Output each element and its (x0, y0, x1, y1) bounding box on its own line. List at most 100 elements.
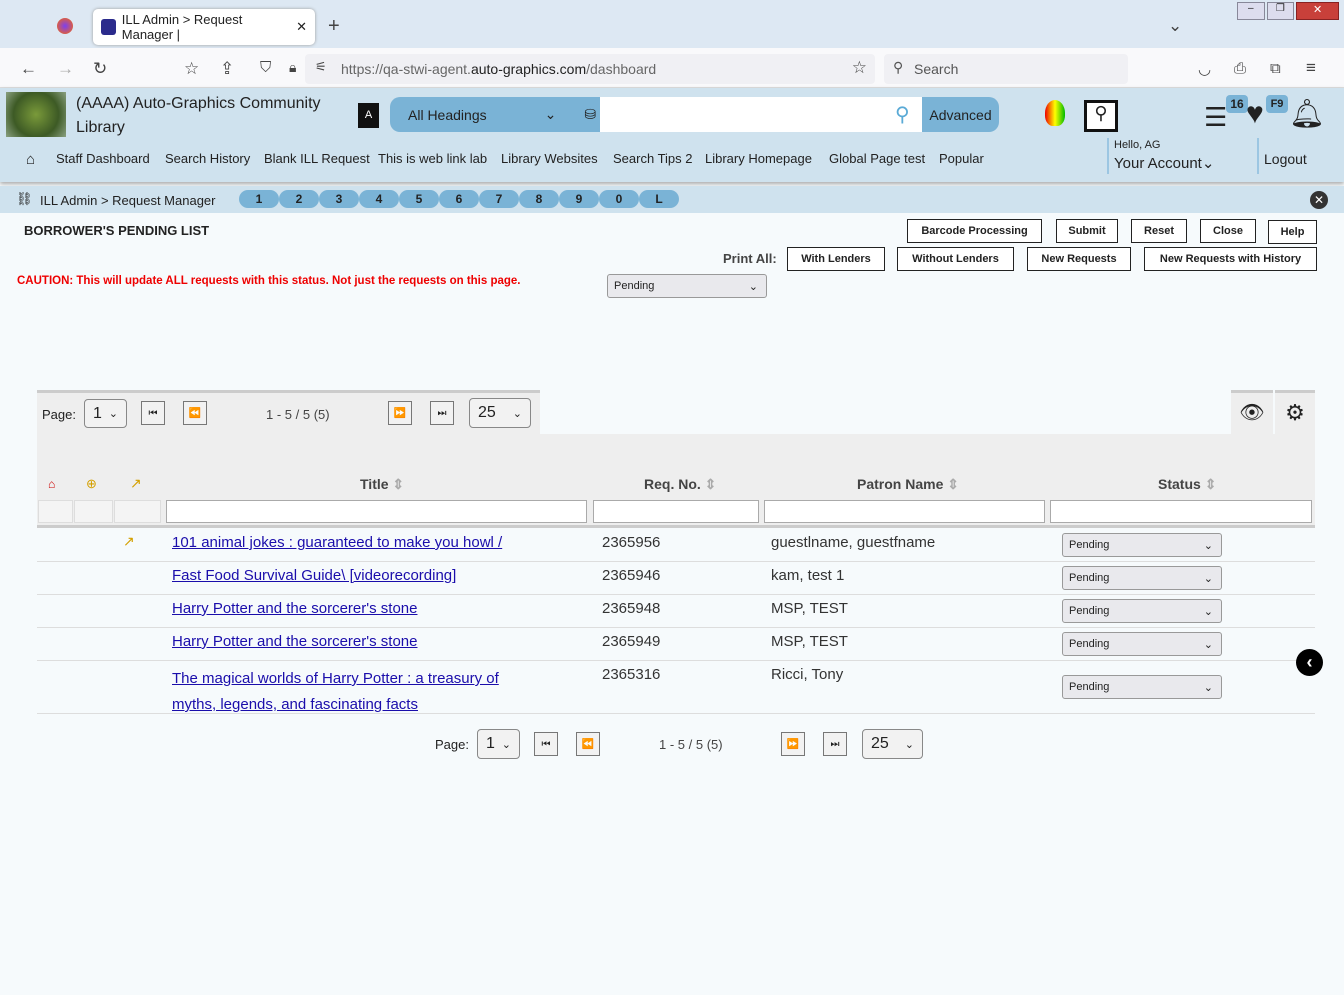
balloon-icon[interactable] (1045, 100, 1065, 126)
pill-8[interactable]: 8 (519, 190, 559, 208)
submit-button[interactable]: Submit (1056, 219, 1118, 243)
prev-page-button[interactable]: ⏪ (576, 732, 600, 756)
browser-tab[interactable]: ILL Admin > Request Manager | ✕ (93, 9, 315, 45)
status-filter-input[interactable] (1050, 500, 1312, 523)
forward-icon[interactable]: → (57, 59, 74, 79)
tab-list-icon[interactable]: ⌄ (1168, 16, 1182, 36)
last-page-button[interactable]: ⏭ (823, 732, 847, 756)
minimize-icon[interactable]: – (1237, 2, 1265, 20)
title-link[interactable]: Harry Potter and the sorcerer's stone (172, 600, 417, 617)
print-icon[interactable]: ⎙ (1234, 60, 1246, 77)
patron-filter-input[interactable] (764, 500, 1045, 523)
page-select[interactable]: 1 ⌄ (477, 729, 520, 759)
page-select[interactable]: 1 ⌄ (84, 399, 127, 428)
nav-library-websites[interactable]: Library Websites (501, 151, 598, 166)
heading-select[interactable]: All Headings ⌄ ⛁ (390, 97, 600, 132)
req-no-filter-input[interactable] (593, 500, 759, 523)
nav-search-history[interactable]: Search History (165, 151, 250, 166)
title-header[interactable]: Title ⇕ (360, 476, 404, 493)
shield-icon[interactable]: ⛉ (260, 59, 271, 76)
nav-blank-ill-request[interactable]: Blank ILL Request (264, 151, 370, 166)
status-select[interactable]: Pending ⌄ (1062, 632, 1222, 656)
title-link-line1[interactable]: The magical worlds of Harry Potter : a t… (172, 670, 499, 687)
print-new-requests-history-button[interactable]: New Requests with History (1144, 247, 1317, 271)
nav-library-homepage[interactable]: Library Homepage (705, 151, 812, 166)
logout-link[interactable]: Logout (1264, 151, 1307, 167)
pill-2[interactable]: 2 (279, 190, 319, 208)
title-link[interactable]: The magical worlds of Harry Potter : a t… (172, 666, 499, 718)
reset-button[interactable]: Reset (1131, 219, 1187, 243)
nav-global-page-test[interactable]: Global Page test (829, 151, 925, 166)
close-button[interactable]: Close (1200, 219, 1256, 243)
new-tab-icon[interactable]: + (328, 15, 340, 38)
library-logo[interactable] (6, 92, 66, 137)
print-without-lenders-button[interactable]: Without Lenders (897, 247, 1014, 271)
heart-icon[interactable]: ♥ (1246, 99, 1264, 129)
per-page-select[interactable]: 25 ⌄ (469, 398, 531, 428)
lock-icon[interactable]: 🔒︎ (289, 59, 296, 76)
pill-5[interactable]: 5 (399, 190, 439, 208)
bell-icon[interactable]: 🔔︎ (1289, 99, 1325, 129)
database-icon[interactable]: ⛁ (584, 106, 596, 123)
req-no-header[interactable]: Req. No. ⇕ (644, 476, 716, 493)
status-select[interactable]: Pending ⌄ (1062, 675, 1222, 699)
nav-staff-dashboard[interactable]: Staff Dashboard (56, 151, 150, 166)
first-page-button[interactable]: ⏮ (141, 401, 165, 425)
back-icon[interactable]: ← (20, 59, 37, 79)
pill-4[interactable]: 4 (359, 190, 399, 208)
title-filter-input[interactable] (166, 500, 587, 523)
permissions-icon[interactable]: ⚟ (315, 59, 327, 75)
per-page-select[interactable]: 25 ⌄ (862, 729, 923, 759)
last-page-button[interactable]: ⏭ (430, 401, 454, 425)
star-icon[interactable]: ☆ (852, 58, 867, 78)
title-link[interactable]: 101 animal jokes : guaranteed to make yo… (172, 534, 502, 551)
help-button[interactable]: Help (1268, 220, 1317, 244)
advanced-search-button[interactable]: Advanced (922, 97, 999, 132)
maximize-icon[interactable]: ❐ (1266, 2, 1295, 20)
search-icon[interactable]: ⚲ (895, 102, 910, 127)
close-window-icon[interactable]: ✕ (1296, 2, 1340, 20)
collapse-panel-icon[interactable]: ‹ (1296, 649, 1323, 676)
status-select[interactable]: Pending ⌄ (1062, 599, 1222, 623)
reload-icon[interactable]: ↻ (93, 59, 107, 79)
gear-icon[interactable]: ⚙ (1275, 390, 1315, 434)
title-link-line2[interactable]: myths, legends, and fascinating facts (172, 696, 418, 713)
title-link[interactable]: Harry Potter and the sorcerer's stone (172, 633, 417, 650)
status-select[interactable]: Pending ⌄ (1062, 566, 1222, 590)
next-page-button[interactable]: ⏩ (781, 732, 805, 756)
bulk-status-select[interactable]: Pending ⌄ (607, 274, 767, 298)
status-header[interactable]: Status ⇕ (1158, 476, 1216, 493)
pill-6[interactable]: 6 (439, 190, 479, 208)
pill-3[interactable]: 3 (319, 190, 359, 208)
eye-icon[interactable]: 👁︎ (1231, 390, 1273, 434)
account-menu[interactable]: Your Account⌄ (1114, 154, 1214, 172)
pill-7[interactable]: 7 (479, 190, 519, 208)
pill-9[interactable]: 9 (559, 190, 599, 208)
prev-page-button[interactable]: ⏪ (183, 401, 207, 425)
list-icon[interactable]: ☰ (1204, 104, 1227, 130)
print-new-requests-button[interactable]: New Requests (1027, 247, 1131, 271)
browser-search[interactable]: ⚲ Search (884, 54, 1128, 84)
barcode-processing-button[interactable]: Barcode Processing (907, 219, 1042, 243)
patron-name-header[interactable]: Patron Name ⇕ (857, 476, 959, 493)
first-page-button[interactable]: ⏮ (534, 732, 558, 756)
extensions-icon[interactable]: ⧉ (1270, 60, 1281, 77)
next-page-button[interactable]: ⏩ (388, 401, 412, 425)
pocket-icon[interactable]: ◡ (1198, 60, 1211, 78)
status-select[interactable]: Pending ⌄ (1062, 533, 1222, 557)
nav-web-link-lab[interactable]: This is web link lab (378, 151, 487, 166)
title-link[interactable]: Fast Food Survival Guide\ [videorecordin… (172, 567, 456, 584)
url-bar[interactable]: ⛉ 🔒︎ ⚟ https://qa-stwi-agent. auto-graphi… (260, 54, 875, 84)
nav-popular[interactable]: Popular (939, 151, 984, 166)
menu-icon[interactable]: ≡ (1306, 58, 1316, 78)
nav-search-tips[interactable]: Search Tips 2 (613, 151, 693, 166)
bookmark-page-icon[interactable]: ☆ (184, 59, 199, 79)
home-icon[interactable]: ⌂ (26, 151, 35, 168)
search-input[interactable] (600, 97, 922, 132)
share-icon[interactable]: ⇪ (220, 59, 234, 79)
reading-list-icon[interactable]: ⚲ (1084, 100, 1118, 132)
language-icon[interactable]: A (358, 103, 379, 128)
print-with-lenders-button[interactable]: With Lenders (787, 247, 885, 271)
pill-0[interactable]: 0 (599, 190, 639, 208)
firefox-icon[interactable] (57, 18, 73, 34)
